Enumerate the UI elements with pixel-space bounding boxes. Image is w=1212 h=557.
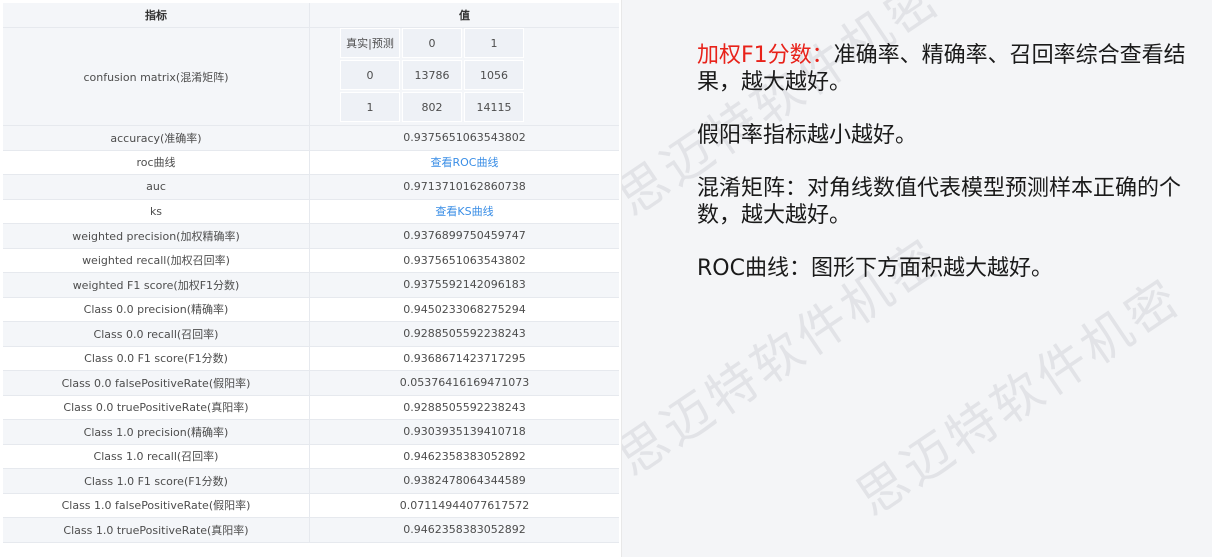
- note-highlight: 加权F1分数：: [697, 43, 834, 68]
- metric-name: ks: [3, 199, 310, 223]
- cm-col-header: 0: [402, 28, 462, 58]
- table-row: weighted precision(加权精确率) 0.9376899750459…: [3, 224, 619, 249]
- metric-name: roc曲线: [3, 150, 310, 174]
- metric-name: Class 0.0 recall(召回率): [3, 322, 310, 346]
- cm-value: 13786: [402, 60, 462, 90]
- metric-name: weighted precision(加权精确率): [3, 224, 310, 248]
- cm-value: 14115: [464, 92, 524, 122]
- metric-name: Class 1.0 recall(召回率): [3, 444, 310, 468]
- metric-name: Class 1.0 falsePositiveRate(假阳率): [3, 493, 310, 517]
- metric-value: 0.9376899750459747: [403, 229, 526, 243]
- table-row: accuracy(准确率) 0.9375651063543802: [3, 126, 619, 151]
- table-row: auc 0.9713710162860738: [3, 175, 619, 200]
- metric-name: Class 0.0 F1 score(F1分数): [3, 346, 310, 370]
- metric-name: weighted F1 score(加权F1分数): [3, 273, 310, 297]
- metric-value: 0.9288505592238243: [403, 327, 526, 341]
- table-row: Class 0.0 falsePositiveRate(假阳率) 0.053764…: [3, 371, 619, 396]
- metric-value: 0.9382478064344589: [403, 474, 526, 488]
- cm-value: 802: [402, 92, 462, 122]
- metric-link-cell: 查看KS曲线: [310, 200, 619, 224]
- header-value: 值: [459, 9, 470, 22]
- table-row: weighted recall(加权召回率) 0.9375651063543802: [3, 248, 619, 273]
- metric-value: 0.9288505592238243: [403, 400, 526, 414]
- table-row: Class 0.0 precision(精确率) 0.94502330682752…: [3, 297, 619, 322]
- metric-name: weighted recall(加权召回率): [3, 248, 310, 272]
- cm-row-header: 1: [340, 92, 400, 122]
- metric-value: 0.9713710162860738: [403, 180, 526, 194]
- metric-value: 0.9375651063543802: [403, 253, 526, 267]
- table-row: Class 1.0 truePositiveRate(真阳率) 0.9462358…: [3, 518, 619, 543]
- metric-value: 0.9368671423717295: [403, 351, 526, 365]
- metric-link-cell: 查看ROC曲线: [310, 151, 619, 175]
- note-false-positive-rate: 假阳率指标越小越好。: [697, 122, 1197, 149]
- table-row: Class 1.0 F1 score(F1分数) 0.93824780643445…: [3, 469, 619, 494]
- metric-name: Class 0.0 precision(精确率): [3, 297, 310, 321]
- table-row: weighted F1 score(加权F1分数) 0.9375592142096…: [3, 273, 619, 298]
- table-header: 指标 值: [3, 3, 619, 28]
- cm-corner: 真实|预测: [340, 28, 400, 58]
- metric-value: 0.9450233068275294: [403, 302, 526, 316]
- metric-value: 0.07114944077617572: [399, 498, 530, 512]
- note-weighted-f1: 加权F1分数：准确率、精确率、召回率综合查看结果，越大越好。: [697, 42, 1197, 96]
- cm-col-header: 1: [464, 28, 524, 58]
- table-row: Class 1.0 precision(精确率) 0.93039351394107…: [3, 420, 619, 445]
- note-text: ROC曲线：图形下方面积越大越好。: [697, 256, 1053, 281]
- note-confusion-matrix: 混淆矩阵：对角线数值代表模型预测样本正确的个数，越大越好。: [697, 175, 1197, 229]
- note-text: 混淆矩阵：对角线数值代表模型预测样本正确的个数，越大越好。: [697, 176, 1182, 228]
- table-row: Class 1.0 falsePositiveRate(假阳率) 0.071149…: [3, 493, 619, 518]
- note-text: 假阳率指标越小越好。: [697, 123, 918, 148]
- metric-value: 0.9375592142096183: [403, 278, 526, 292]
- table-row: roc曲线 查看ROC曲线: [3, 150, 619, 175]
- metric-value: 0.9462358383052892: [403, 449, 526, 463]
- view-ks-curve-link[interactable]: 查看KS曲线: [435, 203, 493, 219]
- cm-row-header: 0: [340, 60, 400, 90]
- metric-value: 0.9375651063543802: [403, 131, 526, 145]
- metrics-table: 指标 值 confusion matrix(混淆矩阵) 真实|预测 0 1 0 …: [0, 0, 622, 557]
- metric-value: 0.9462358383052892: [403, 523, 526, 537]
- metric-name: Class 0.0 truePositiveRate(真阳率): [3, 395, 310, 419]
- metric-value: 0.9303935139410718: [403, 425, 526, 439]
- metric-name: auc: [3, 175, 310, 199]
- header-metric: 指标: [3, 3, 310, 27]
- cm-value: 1056: [464, 60, 524, 90]
- metric-name: Class 1.0 F1 score(F1分数): [3, 469, 310, 493]
- table-row: ks 查看KS曲线: [3, 199, 619, 224]
- notes-panel: 加权F1分数：准确率、精确率、召回率综合查看结果，越大越好。 假阳率指标越小越好…: [697, 42, 1197, 308]
- metric-name: Class 1.0 truePositiveRate(真阳率): [3, 518, 310, 542]
- confusion-matrix-cell: 真实|预测 0 1 0 13786 1056 1 802 14115: [310, 28, 619, 125]
- view-roc-curve-link[interactable]: 查看ROC曲线: [431, 154, 499, 170]
- table-row: Class 0.0 recall(召回率) 0.9288505592238243: [3, 322, 619, 347]
- metric-name: Class 0.0 falsePositiveRate(假阳率): [3, 371, 310, 395]
- note-roc-curve: ROC曲线：图形下方面积越大越好。: [697, 255, 1197, 282]
- confusion-matrix-row: confusion matrix(混淆矩阵) 真实|预测 0 1 0 13786…: [3, 28, 619, 126]
- metric-name: Class 1.0 precision(精确率): [3, 420, 310, 444]
- table-row: Class 0.0 F1 score(F1分数) 0.93686714237172…: [3, 346, 619, 371]
- metric-value: 0.05376416169471073: [399, 376, 530, 390]
- table-row: Class 1.0 recall(召回率) 0.9462358383052892: [3, 444, 619, 469]
- table-row: Class 0.0 truePositiveRate(真阳率) 0.9288505…: [3, 395, 619, 420]
- metric-name: accuracy(准确率): [3, 126, 310, 150]
- confusion-matrix-label: confusion matrix(混淆矩阵): [3, 28, 310, 125]
